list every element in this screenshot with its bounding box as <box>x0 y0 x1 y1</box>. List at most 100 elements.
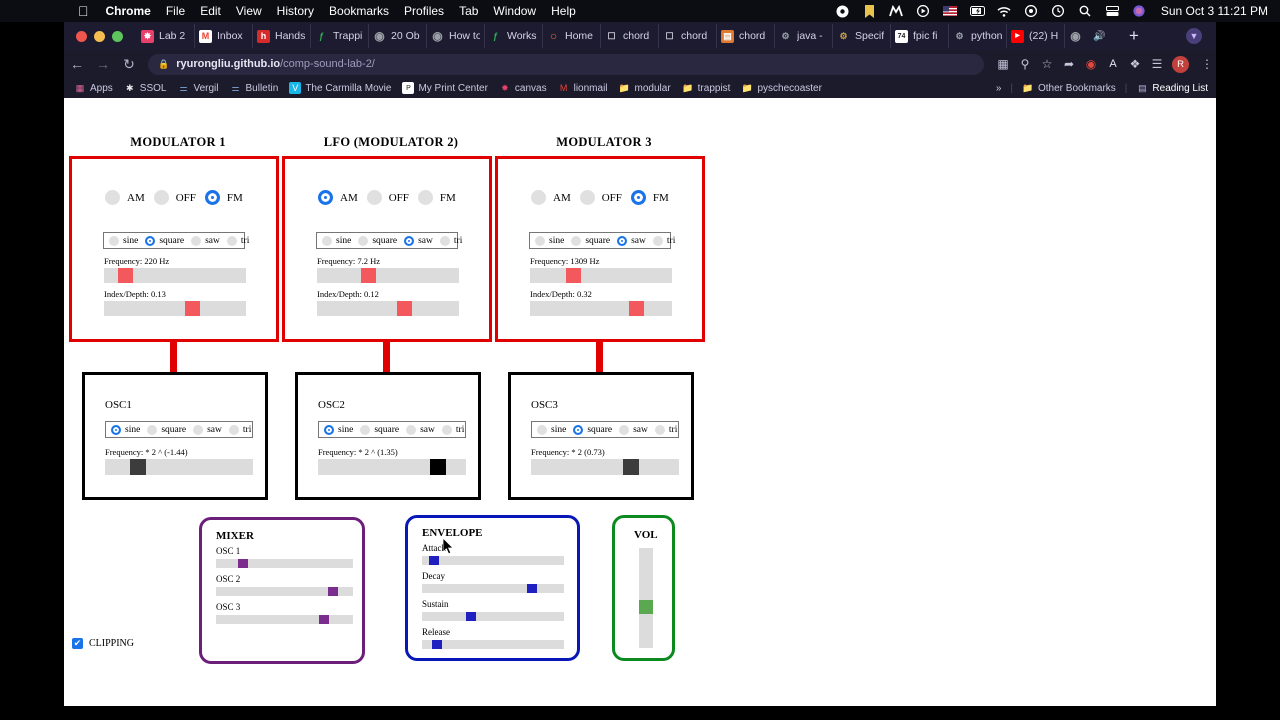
bookmark-ssol[interactable]: ✱ SSOL <box>124 82 166 94</box>
oscillator-1-frequency-slider[interactable] <box>105 459 253 475</box>
envelope-decay-slider[interactable] <box>422 584 564 593</box>
radio-sine[interactable] <box>535 235 545 246</box>
play-circle-icon[interactable] <box>916 4 931 19</box>
radio-off[interactable] <box>366 190 382 205</box>
close-window-button[interactable] <box>76 30 87 42</box>
browser-tab[interactable]: ⚙ java - <box>775 24 833 48</box>
list-icon[interactable]: ☰ <box>1146 57 1168 71</box>
close-tab-icon[interactable]: × <box>1116 31 1117 42</box>
radio-square[interactable] <box>573 424 584 435</box>
browser-tab[interactable]: ⚙ python <box>949 24 1007 48</box>
radio-saw[interactable] <box>404 235 415 246</box>
minimize-window-button[interactable] <box>94 30 105 42</box>
extension-red-icon[interactable]: ◉ <box>1080 57 1102 71</box>
bookmark-icon[interactable] <box>862 4 877 19</box>
radio-saw[interactable] <box>619 424 630 435</box>
modulator-1-frequency-slider[interactable] <box>104 268 246 283</box>
slider-thumb[interactable] <box>639 600 653 614</box>
slider-thumb[interactable] <box>466 612 477 621</box>
radio-saw[interactable] <box>406 424 417 435</box>
menu-item-profiles[interactable]: Profiles <box>404 4 444 18</box>
browser-tab[interactable]: ☐ chord <box>601 24 659 48</box>
reading-list-button[interactable]: ▤ Reading List <box>1136 82 1208 94</box>
apps-grid-icon[interactable]: ▦ <box>992 57 1014 71</box>
menubar-clock[interactable]: Sun Oct 3 11:21 PM <box>1161 4 1268 18</box>
menu-item-file[interactable]: File <box>166 4 185 18</box>
bookmark-lionmail[interactable]: Mlionmail <box>558 82 608 94</box>
browser-tab[interactable]: h Hands <box>253 24 311 48</box>
radio-sine[interactable] <box>324 424 334 435</box>
browser-tab[interactable]: ◉ 20 Ob <box>369 24 427 48</box>
profile-badge[interactable]: ▼ <box>1186 28 1202 44</box>
slider-thumb[interactable] <box>130 459 147 475</box>
modulator-3-frequency-slider[interactable] <box>530 268 672 283</box>
radio-saw[interactable] <box>191 235 202 246</box>
browser-tab[interactable]: 74 fpic fi <box>891 24 949 48</box>
apple-logo-icon[interactable]:  <box>78 4 89 18</box>
chrome-menu-icon[interactable]: ⋮ <box>1198 57 1216 71</box>
modulator-2-frequency-slider[interactable] <box>317 268 459 283</box>
slider-thumb[interactable] <box>318 615 329 624</box>
bookmark-other[interactable]: 📁 Other Bookmarks <box>1022 82 1115 94</box>
browser-tab[interactable]: ƒ Works <box>485 24 543 48</box>
radio-off[interactable] <box>579 190 595 205</box>
browser-tab[interactable]: ☐ chord <box>659 24 717 48</box>
forward-button[interactable]: → <box>90 56 116 72</box>
radio-square[interactable] <box>358 235 369 246</box>
bookmark-print-center[interactable]: P My Print Center <box>402 82 488 94</box>
radio-tri[interactable] <box>226 235 237 246</box>
slider-thumb[interactable] <box>527 584 538 593</box>
slider-thumb[interactable] <box>396 301 412 316</box>
radio-am[interactable] <box>318 190 333 205</box>
malwarebytes-icon[interactable] <box>889 4 904 19</box>
bookmark-apps[interactable]: ▦ Apps <box>74 82 113 94</box>
menu-item-bookmarks[interactable]: Bookmarks <box>329 4 389 18</box>
radio-tri[interactable] <box>439 235 450 246</box>
mute-icon[interactable]: 🔊 <box>1093 31 1105 42</box>
bookmark-vergil[interactable]: ⚌ Vergil <box>177 82 218 94</box>
bookmark-trappist[interactable]: 📁 trappist <box>682 82 730 94</box>
slider-thumb[interactable] <box>622 459 639 475</box>
mixer-osc1-slider[interactable] <box>216 559 353 568</box>
search-icon[interactable] <box>1078 4 1093 19</box>
wifi-icon[interactable] <box>997 4 1012 19</box>
browser-tab[interactable]: ◉ How to <box>427 24 485 48</box>
slider-thumb[interactable] <box>328 587 339 596</box>
menu-item-edit[interactable]: Edit <box>200 4 221 18</box>
slider-thumb[interactable] <box>118 268 134 283</box>
oscillator-2-frequency-slider[interactable] <box>318 459 466 475</box>
bookmark-carmilla[interactable]: V The Carmilla Movie <box>289 82 391 94</box>
menu-item-chrome[interactable]: Chrome <box>106 4 151 18</box>
mixer-osc2-slider[interactable] <box>216 587 353 596</box>
modulator-1-index-slider[interactable] <box>104 301 246 316</box>
radio-square[interactable] <box>147 424 158 435</box>
bookmark-modular[interactable]: 📁 modular <box>619 82 671 94</box>
radio-saw[interactable] <box>617 235 628 246</box>
browser-tab[interactable]: ⚙ Specif <box>833 24 891 48</box>
radio-square[interactable] <box>145 235 156 246</box>
radio-square[interactable] <box>360 424 371 435</box>
slider-thumb[interactable] <box>361 268 377 283</box>
siri-icon[interactable] <box>1132 4 1147 19</box>
address-bar[interactable]: 🔒 ryurongliu.github.io /comp-sound-lab-2… <box>148 53 984 75</box>
radio-sine[interactable] <box>322 235 332 246</box>
slider-thumb[interactable] <box>237 559 248 568</box>
menu-item-window[interactable]: Window <box>493 4 536 18</box>
volume-slider[interactable] <box>639 548 653 648</box>
envelope-attack-slider[interactable] <box>422 556 564 565</box>
radio-fm[interactable] <box>204 190 220 205</box>
envelope-release-slider[interactable] <box>422 640 564 649</box>
translate-icon[interactable]: A <box>1102 58 1124 70</box>
slider-thumb[interactable] <box>184 301 200 316</box>
menu-item-history[interactable]: History <box>277 4 314 18</box>
menu-item-tab[interactable]: Tab <box>459 4 478 18</box>
record-icon[interactable] <box>835 4 850 19</box>
slider-thumb[interactable] <box>430 459 447 475</box>
radio-fm[interactable] <box>630 190 646 205</box>
search-icon[interactable]: ⚲ <box>1014 57 1036 71</box>
browser-tab[interactable]: ○ Home <box>543 24 601 48</box>
share-icon[interactable]: ➦ <box>1058 57 1080 71</box>
radio-square[interactable] <box>571 235 582 246</box>
bookmarks-overflow-button[interactable]: » <box>996 83 1002 94</box>
browser-tab[interactable]: ▤ chord <box>717 24 775 48</box>
